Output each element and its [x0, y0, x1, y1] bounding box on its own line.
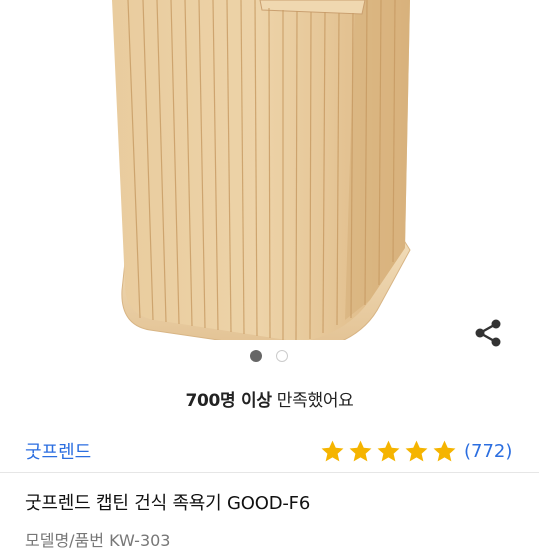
- review-count[interactable]: (772): [464, 441, 512, 462]
- model-number: 모델명/품번 KW-303: [25, 531, 171, 550]
- star-icon: [377, 440, 400, 461]
- pagination-dot-active[interactable]: [250, 350, 262, 362]
- rating[interactable]: (772): [320, 437, 512, 465]
- image-pagination: [0, 348, 539, 364]
- product-title: 굿프렌드 캡틴 건식 족욕기 GOOD-F6: [25, 493, 311, 514]
- star-icon: [405, 440, 428, 461]
- brand-link[interactable]: 굿프렌드: [25, 438, 91, 464]
- divider: [0, 472, 539, 473]
- pagination-dot[interactable]: [276, 350, 288, 362]
- satisfaction-suffix: 만족했어요: [271, 391, 354, 411]
- satisfaction-count: 700명 이상: [185, 391, 272, 411]
- satisfaction-summary: 700명 이상 만족했어요: [0, 386, 539, 411]
- share-button[interactable]: [470, 314, 508, 352]
- star-icon: [321, 440, 344, 461]
- star-icon: [349, 440, 372, 461]
- share-icon: [475, 319, 501, 347]
- foot-bath-illustration: [112, 0, 411, 353]
- star-icon: [433, 440, 456, 461]
- product-image[interactable]: [0, 0, 539, 353]
